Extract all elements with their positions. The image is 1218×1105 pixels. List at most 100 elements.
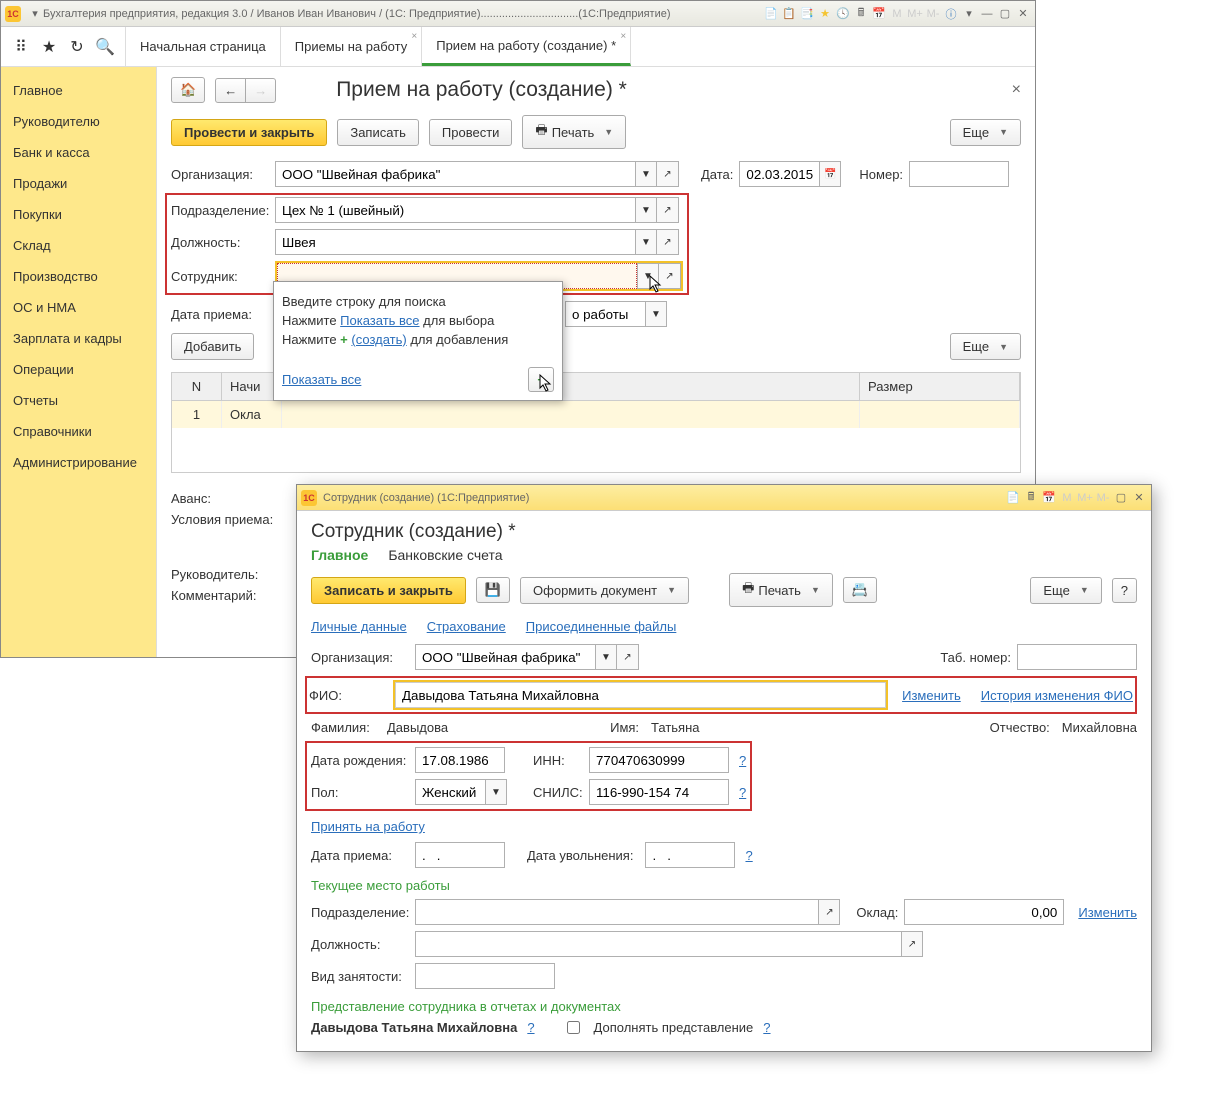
org-input[interactable]	[275, 161, 635, 187]
help-icon[interactable]: ?	[739, 785, 746, 800]
history-link[interactable]: История изменения ФИО	[981, 688, 1133, 703]
tab-close-icon[interactable]: ×	[411, 31, 417, 42]
number-input[interactable]	[909, 161, 1009, 187]
sidebar-item-purchases[interactable]: Покупки	[1, 199, 156, 230]
dropdown-icon[interactable]: ▼	[595, 644, 617, 670]
pos-input[interactable]	[275, 229, 635, 255]
tb-m3[interactable]: M-	[1095, 490, 1111, 506]
print-button[interactable]: 🖶 Печать▼	[522, 115, 626, 149]
gender-input[interactable]	[415, 779, 485, 805]
search-icon[interactable]: 🔍	[95, 37, 115, 57]
tb-m1[interactable]: M	[1059, 490, 1075, 506]
tabno-input[interactable]	[1017, 644, 1137, 670]
dropdown-icon[interactable]: ▼	[635, 197, 657, 223]
tb-icon-1[interactable]: 📄	[763, 6, 779, 22]
minimize-icon[interactable]: —	[979, 6, 995, 22]
sidebar-item-manager[interactable]: Руководителю	[1, 106, 156, 137]
calendar-icon[interactable]: 📅	[871, 6, 887, 22]
tab-start[interactable]: Начальная страница	[126, 27, 281, 66]
sidebar-item-reports[interactable]: Отчеты	[1, 385, 156, 416]
create-link[interactable]: (создать)	[351, 332, 406, 347]
change-salary-link[interactable]: Изменить	[1078, 905, 1137, 920]
sidebar-item-admin[interactable]: Администрирование	[1, 447, 156, 478]
date-input[interactable]	[739, 161, 819, 187]
dropdown-icon[interactable]: ▼	[645, 301, 667, 327]
open-icon[interactable]: ↗	[657, 161, 679, 187]
emp-type-input[interactable]	[415, 963, 555, 989]
maximize-icon[interactable]: ▢	[997, 6, 1013, 22]
help-icon[interactable]: ?	[763, 1020, 770, 1035]
subtab-bank[interactable]: Банковские счета	[388, 547, 502, 563]
inn-input[interactable]	[589, 747, 729, 773]
page-close-icon[interactable]: ×	[1012, 81, 1021, 99]
tab-hirings[interactable]: Приемы на работу×	[281, 27, 422, 66]
help-button[interactable]: ?	[1112, 578, 1137, 603]
show-all-bottom-link[interactable]: Показать все	[282, 372, 361, 387]
show-all-link[interactable]: Показать все	[340, 313, 419, 328]
open-icon[interactable]: ↗	[901, 931, 923, 957]
star-icon[interactable]: ★	[39, 37, 59, 57]
add-row-button[interactable]: Добавить	[171, 333, 254, 360]
open-icon[interactable]: ↗	[617, 644, 639, 670]
pos-input[interactable]	[415, 931, 901, 957]
dropdown-icon[interactable]: ▼	[635, 229, 657, 255]
back-button[interactable]: ←	[215, 78, 246, 103]
tb-icon[interactable]: 📄	[1005, 490, 1021, 506]
tb-icon-5[interactable]: 🕓	[835, 6, 851, 22]
post-button[interactable]: Провести	[429, 119, 513, 146]
calculator-icon[interactable]: 🖩	[853, 6, 869, 22]
create-doc-button[interactable]: Оформить документ▼	[520, 577, 689, 604]
dob-input[interactable]	[415, 747, 505, 773]
apps-icon[interactable]: ⠿	[11, 37, 31, 57]
tab-hiring-create[interactable]: Прием на работу (создание) *×	[422, 27, 631, 66]
sidebar-item-assets[interactable]: ОС и НМА	[1, 292, 156, 323]
more-button[interactable]: Еще▼	[1030, 577, 1101, 604]
maximize-icon[interactable]: ▢	[1113, 490, 1129, 506]
dept-input[interactable]	[415, 899, 818, 925]
sidebar-item-production[interactable]: Производство	[1, 261, 156, 292]
info-icon[interactable]: ⓘ	[943, 6, 959, 22]
open-icon[interactable]: ↗	[818, 899, 840, 925]
favorite-icon[interactable]: ★	[817, 6, 833, 22]
dropdown-icon[interactable]: ▼	[635, 161, 657, 187]
card-icon-button[interactable]: 📇	[843, 577, 877, 603]
dept-input[interactable]	[275, 197, 635, 223]
save-icon-button[interactable]: 💾	[476, 577, 510, 603]
tab-close-icon[interactable]: ×	[620, 31, 626, 42]
more-button-2[interactable]: Еще▼	[950, 333, 1021, 360]
help-icon[interactable]: ?	[527, 1020, 534, 1035]
tb-m3[interactable]: M-	[925, 6, 941, 22]
tb-m2[interactable]: M+	[1077, 490, 1093, 506]
insurance-link[interactable]: Страхование	[427, 619, 506, 634]
dropdown-icon[interactable]: ▾	[27, 6, 43, 22]
sidebar-item-warehouse[interactable]: Склад	[1, 230, 156, 261]
add-repr-checkbox[interactable]	[567, 1021, 580, 1034]
write-button[interactable]: Записать	[337, 119, 419, 146]
close-icon[interactable]: ✕	[1015, 6, 1031, 22]
sidebar-item-refs[interactable]: Справочники	[1, 416, 156, 447]
forward-button[interactable]: →	[245, 78, 276, 103]
home-button[interactable]: 🏠	[171, 77, 205, 103]
salary-input[interactable]	[904, 899, 1064, 925]
tb-m1[interactable]: M	[889, 6, 905, 22]
sidebar-item-bank[interactable]: Банк и касса	[1, 137, 156, 168]
add-button[interactable]: +	[528, 367, 554, 392]
tb-m2[interactable]: M+	[907, 6, 923, 22]
print-button[interactable]: 🖶 Печать▼	[729, 573, 833, 607]
tb-dd[interactable]: ▾	[961, 6, 977, 22]
dropdown-icon[interactable]: ▼	[485, 779, 507, 805]
history-icon[interactable]: ↻	[67, 37, 87, 57]
hire-date-input[interactable]	[415, 842, 505, 868]
fio-input[interactable]	[395, 682, 886, 708]
sidebar-item-operations[interactable]: Операции	[1, 354, 156, 385]
table-row[interactable]: 1 Окла	[172, 401, 1020, 428]
fire-date-input[interactable]	[645, 842, 735, 868]
hire-link[interactable]: Принять на работу	[311, 819, 425, 834]
open-icon[interactable]: ↗	[657, 229, 679, 255]
save-close-button[interactable]: Записать и закрыть	[311, 577, 466, 604]
sidebar-item-hr[interactable]: Зарплата и кадры	[1, 323, 156, 354]
org-input[interactable]	[415, 644, 595, 670]
more-button[interactable]: Еще▼	[950, 119, 1021, 146]
calendar-icon[interactable]: 📅	[819, 161, 841, 187]
work-type-visible[interactable]	[565, 301, 645, 327]
